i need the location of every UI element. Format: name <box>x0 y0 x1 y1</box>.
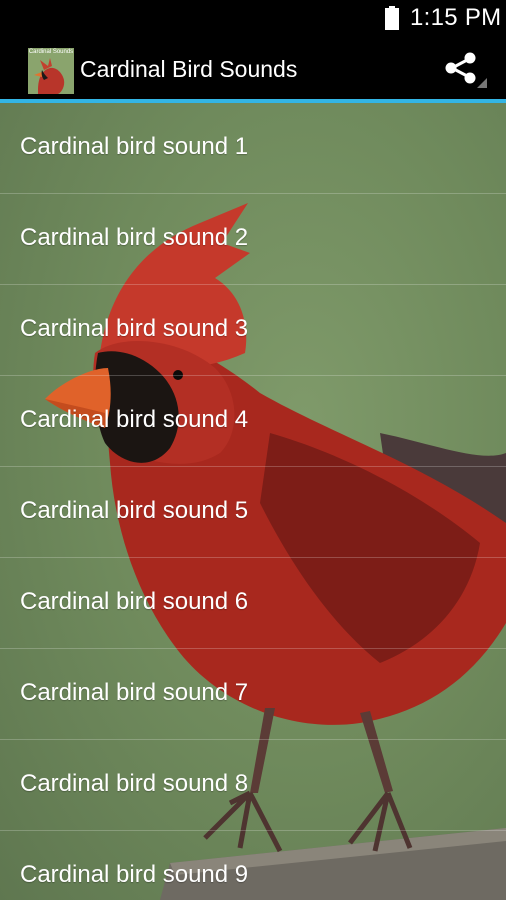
app-icon-caption: Cardinal Sounds <box>28 49 74 55</box>
list-item[interactable]: Cardinal bird sound 9 <box>0 831 506 900</box>
battery-icon <box>385 6 399 30</box>
app-title: Cardinal Bird Sounds <box>80 56 298 82</box>
list-item[interactable]: Cardinal bird sound 4 <box>0 376 506 467</box>
sound-list: Cardinal bird sound 1 Cardinal bird soun… <box>0 103 506 900</box>
sound-list-panel: Cardinal bird sound 1 Cardinal bird soun… <box>0 103 506 900</box>
list-item[interactable]: Cardinal bird sound 2 <box>0 194 506 285</box>
list-item[interactable]: Cardinal bird sound 7 <box>0 649 506 740</box>
list-item[interactable]: Cardinal bird sound 8 <box>0 740 506 831</box>
list-item[interactable]: Cardinal bird sound 3 <box>0 285 506 376</box>
list-item-label: Cardinal bird sound 9 <box>20 861 249 888</box>
list-item-label: Cardinal bird sound 3 <box>20 315 249 342</box>
status-time: 1:15 PM <box>410 4 502 31</box>
action-bar: Cardinal Sounds Cardinal Bird Sounds <box>0 38 506 100</box>
status-bar: 1:15 PM <box>0 0 506 38</box>
list-item-label: Cardinal bird sound 4 <box>20 406 249 433</box>
share-button[interactable] <box>440 50 490 90</box>
list-item[interactable]: Cardinal bird sound 5 <box>0 467 506 558</box>
list-item-label: Cardinal bird sound 5 <box>20 497 249 524</box>
list-item-label: Cardinal bird sound 7 <box>20 679 249 706</box>
share-icon <box>445 52 487 88</box>
list-item-label: Cardinal bird sound 1 <box>20 133 249 160</box>
app-icon[interactable]: Cardinal Sounds <box>28 48 74 94</box>
list-item-label: Cardinal bird sound 6 <box>20 588 249 615</box>
list-item[interactable]: Cardinal bird sound 6 <box>0 558 506 649</box>
list-item[interactable]: Cardinal bird sound 1 <box>0 103 506 194</box>
list-item-label: Cardinal bird sound 2 <box>20 224 249 251</box>
list-item-label: Cardinal bird sound 8 <box>20 770 249 797</box>
